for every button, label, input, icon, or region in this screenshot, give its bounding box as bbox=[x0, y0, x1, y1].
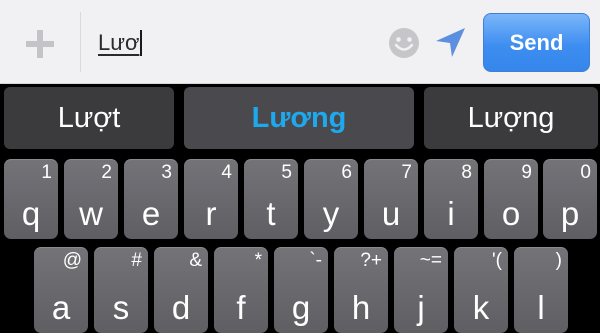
key-i[interactable]: 8i bbox=[424, 159, 478, 239]
key-label: r bbox=[205, 195, 217, 232]
key-hint: & bbox=[189, 250, 202, 271]
key-p[interactable]: 0p bbox=[543, 159, 597, 239]
key-a[interactable]: @ a bbox=[34, 247, 88, 333]
smiley-icon bbox=[389, 28, 419, 58]
key-hint: ) bbox=[555, 250, 562, 271]
location-arrow-icon bbox=[436, 28, 465, 57]
suggestion-item[interactable]: Lượng bbox=[424, 87, 598, 149]
suggestion-item-selected[interactable]: Lương bbox=[184, 87, 414, 149]
key-hint: ?+ bbox=[360, 250, 382, 271]
key-hint: ~= bbox=[419, 250, 442, 271]
key-d[interactable]: & d bbox=[154, 247, 208, 333]
add-attachment-button[interactable] bbox=[20, 24, 60, 64]
key-hint: @ bbox=[62, 250, 82, 271]
key-label: l bbox=[537, 289, 545, 326]
key-u[interactable]: 7u bbox=[364, 159, 418, 239]
key-label: u bbox=[381, 195, 401, 232]
share-location-button[interactable] bbox=[432, 25, 468, 61]
key-f[interactable]: * f bbox=[214, 247, 268, 333]
key-h[interactable]: ?+ h bbox=[334, 247, 388, 333]
key-t[interactable]: 5t bbox=[244, 159, 298, 239]
key-hint: 8 bbox=[461, 162, 472, 183]
key-hint: `- bbox=[309, 250, 322, 271]
key-hint: 1 bbox=[41, 162, 52, 183]
key-hint: 5 bbox=[281, 162, 292, 183]
key-r[interactable]: 4r bbox=[184, 159, 238, 239]
key-label: i bbox=[447, 195, 455, 232]
key-label: s bbox=[112, 289, 130, 326]
key-o[interactable]: 9o bbox=[484, 159, 538, 239]
key-hint: 9 bbox=[521, 162, 532, 183]
key-w[interactable]: 2w bbox=[64, 159, 118, 239]
key-q[interactable]: 1q bbox=[4, 159, 58, 239]
key-label: f bbox=[236, 289, 246, 326]
key-j[interactable]: ~= j bbox=[394, 247, 448, 333]
key-hint: 3 bbox=[161, 162, 172, 183]
compose-divider bbox=[80, 12, 81, 72]
key-label: h bbox=[351, 289, 371, 326]
key-hint: '( bbox=[492, 250, 502, 271]
plus-icon bbox=[26, 30, 54, 58]
key-hint: 0 bbox=[580, 162, 591, 183]
key-g[interactable]: `- g bbox=[274, 247, 328, 333]
key-e[interactable]: 3e bbox=[124, 159, 178, 239]
key-label: j bbox=[417, 289, 425, 326]
key-label: p bbox=[560, 195, 580, 232]
key-hint: * bbox=[254, 250, 262, 271]
key-label: o bbox=[501, 195, 521, 232]
key-label: t bbox=[266, 195, 276, 232]
key-label: a bbox=[51, 289, 71, 326]
message-input-value: Lươ bbox=[98, 30, 140, 55]
key-y[interactable]: 6y bbox=[304, 159, 358, 239]
key-hint: 2 bbox=[101, 162, 112, 183]
key-hint: 6 bbox=[341, 162, 352, 183]
key-label: d bbox=[171, 289, 191, 326]
key-label: e bbox=[141, 195, 161, 232]
message-input[interactable]: Lươ bbox=[98, 26, 368, 60]
emoji-button[interactable] bbox=[386, 25, 422, 61]
key-s[interactable]: # s bbox=[94, 247, 148, 333]
key-label: g bbox=[291, 289, 311, 326]
send-button[interactable]: Send bbox=[483, 13, 590, 72]
key-hint: 7 bbox=[401, 162, 412, 183]
key-label: y bbox=[322, 195, 340, 232]
key-label: w bbox=[79, 195, 103, 232]
text-caret bbox=[140, 30, 143, 56]
key-hint: 4 bbox=[221, 162, 232, 183]
key-label: k bbox=[472, 289, 490, 326]
key-l[interactable]: ) l bbox=[514, 247, 568, 333]
key-hint: # bbox=[131, 250, 142, 271]
suggestion-item[interactable]: Lượt bbox=[4, 87, 174, 149]
key-label: q bbox=[21, 195, 41, 232]
compose-bar: Lươ Send bbox=[0, 0, 600, 84]
suggestion-strip: Lượt Lương Lượng bbox=[0, 84, 600, 154]
key-k[interactable]: '(k bbox=[454, 247, 508, 333]
